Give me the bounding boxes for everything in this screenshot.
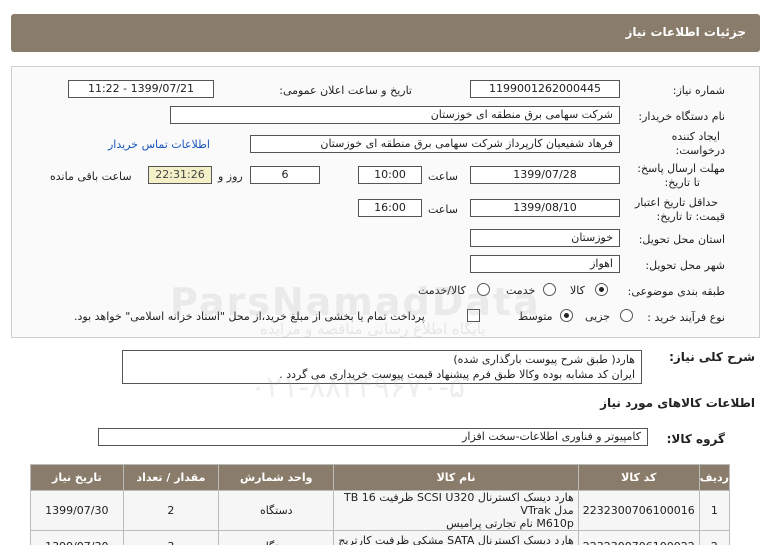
process-radio-medium[interactable] xyxy=(560,309,573,322)
item-code: 2232300706100016 xyxy=(577,490,700,531)
table-row[interactable]: 2 2232300706100022 هارد دیسک اکسترنال SA… xyxy=(30,530,731,545)
remaining-time-label: ساعت باقی مانده xyxy=(50,170,132,183)
goods-group-label: گروه کالا: xyxy=(666,432,725,446)
reply-deadline-label-2: تا تاریخ: xyxy=(664,176,700,189)
col-date: تاریخ نیاز xyxy=(30,464,124,491)
watermark-phone: ۰۲۱-۸۸۳۴۹۶۷۰-۵ xyxy=(250,370,466,405)
item-date: 1399/07/30 xyxy=(30,530,124,545)
reply-time-field[interactable]: 10:00 xyxy=(358,166,422,184)
description-label: شرح کلی نیاز: xyxy=(669,350,755,364)
item-date: 1399/07/30 xyxy=(30,490,124,531)
page-title: جزئیات اطلاعات نیاز xyxy=(625,25,746,39)
item-qty: 2 xyxy=(122,490,220,531)
remaining-time-field: 22:31:26 xyxy=(148,166,212,184)
validity-time-field[interactable]: 16:00 xyxy=(358,199,422,217)
validity-label-2: قیمت: تا تاریخ: xyxy=(656,210,725,223)
table-row[interactable]: 1 2232300706100016 هارد دیسک اکسترنال SC… xyxy=(30,490,731,531)
validity-label: حداقل تاریخ اعتبار xyxy=(634,196,718,209)
buyer-contact-link[interactable]: اطلاعات تماس خریدار xyxy=(108,138,210,151)
item-qty: 3 xyxy=(122,530,220,545)
days-field[interactable]: 6 xyxy=(250,166,320,184)
buyer-label: نام دستگاه خریدار: xyxy=(638,110,725,123)
city-field[interactable]: اهواز xyxy=(470,255,620,273)
item-code: 2232300706100022 xyxy=(577,530,700,545)
category-label: طبقه بندی موضوعی: xyxy=(627,285,725,298)
creator-label: ایجاد کننده xyxy=(671,130,720,143)
city-label: شهر محل تحویل: xyxy=(645,259,725,272)
process-option-minor: جزیی xyxy=(585,310,611,323)
row-number: 1 xyxy=(698,490,731,531)
creator-label-2: درخواست: xyxy=(675,144,725,157)
days-label: روز و xyxy=(218,170,243,183)
watermark-brand: ParsNamadData xyxy=(170,280,541,324)
goods-table: ردیف کد کالا نام کالا واحد شمارش مقدار /… xyxy=(30,464,731,545)
category-option-goods: کالا xyxy=(570,284,585,297)
item-name-line-1: هارد دیسک اکسترنال SATA مشکی ظرفیت کارتر… xyxy=(338,533,574,545)
buyer-field[interactable]: شرکت سهامی برق منطقه ای خوزستان xyxy=(170,106,620,124)
row-number: 2 xyxy=(698,530,731,545)
item-name-line-1: هارد دیسک اکسترنال SCSI U320 ظرفیت 16 TB… xyxy=(344,491,574,517)
goods-table-header: ردیف کد کالا نام کالا واحد شمارش مقدار /… xyxy=(30,464,731,491)
validity-time-label: ساعت xyxy=(428,203,458,216)
province-label: استان محل تحویل: xyxy=(638,233,725,246)
item-name: هارد دیسک اکسترنال SCSI U320 ظرفیت 16 TB… xyxy=(333,490,579,531)
announce-label: تاریخ و ساعت اعلان عمومی: xyxy=(279,84,412,97)
item-name: هارد دیسک اکسترنال SATA مشکی ظرفیت کارتر… xyxy=(333,530,579,545)
reply-date-field[interactable]: 1399/07/28 xyxy=(470,166,620,184)
need-number-label: شماره نیاز: xyxy=(672,84,725,97)
watermark-line: پایگاه اطلاع رسانی مناقصه و مزایده xyxy=(260,320,486,338)
goods-section-title: اطلاعات کالاهای مورد نیاز xyxy=(600,396,755,410)
category-radio-goods[interactable] xyxy=(595,283,608,296)
province-field[interactable]: خوزستان xyxy=(470,229,620,247)
col-qty: مقدار / تعداد xyxy=(122,464,220,491)
need-number-field[interactable]: 1199001262000445 xyxy=(470,80,620,98)
creator-field[interactable]: فرهاد شفیعیان کارپرداز شرکت سهامی برق من… xyxy=(250,135,620,153)
process-label: نوع فرآیند خرید : xyxy=(647,311,725,324)
reply-time-label: ساعت xyxy=(428,170,458,183)
col-code: کد کالا xyxy=(577,464,700,491)
item-unit: دستگاه xyxy=(218,490,335,531)
item-name-line-2: M610p نام تجارتی پرامیس xyxy=(446,517,574,530)
validity-date-field[interactable]: 1399/08/10 xyxy=(470,199,620,217)
col-name: نام کالا xyxy=(333,464,579,491)
page-header: جزئیات اطلاعات نیاز xyxy=(11,14,760,52)
announce-field[interactable]: 1399/07/21 - 11:22 xyxy=(68,80,214,98)
col-unit: واحد شمارش xyxy=(218,464,335,491)
item-unit: دستگاه xyxy=(218,530,335,545)
process-radio-minor[interactable] xyxy=(620,309,633,322)
category-radio-service[interactable] xyxy=(543,283,556,296)
col-row: ردیف xyxy=(698,464,731,491)
goods-group-field[interactable]: کامپیوتر و فناوری اطلاعات-سخت افزار xyxy=(98,428,648,446)
reply-deadline-label: مهلت ارسال پاسخ: xyxy=(637,162,725,175)
description-line-1: هارد( طبق شرح پیوست بارگذاری شده) xyxy=(453,353,635,366)
